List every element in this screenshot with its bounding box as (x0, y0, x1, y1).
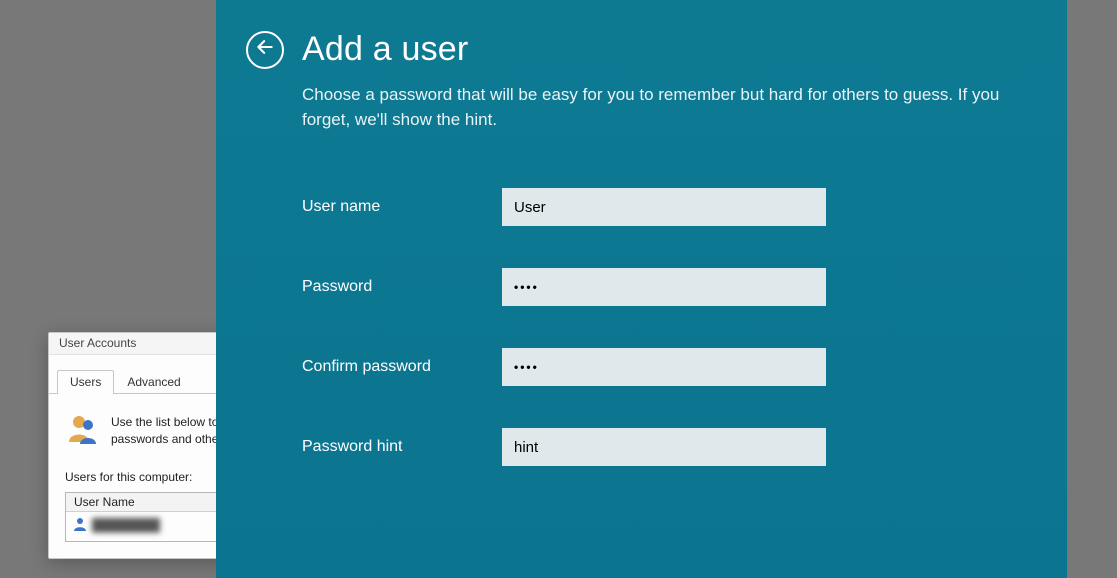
tab-users[interactable]: Users (57, 370, 114, 394)
tab-advanced[interactable]: Advanced (114, 370, 193, 394)
username-input[interactable] (502, 188, 826, 226)
users-icon (65, 412, 99, 446)
arrow-left-icon (255, 37, 275, 62)
user-icon (72, 516, 88, 535)
label-username: User name (302, 198, 502, 216)
label-confirm-password: Confirm password (302, 358, 502, 376)
instruction-text: Choose a password that will be easy for … (302, 83, 1017, 132)
obscured-username: ████████ (92, 518, 160, 532)
password-input[interactable] (502, 268, 826, 306)
password-hint-input[interactable] (502, 428, 826, 466)
page-title: Add a user (302, 30, 468, 69)
add-user-panel: Add a user Choose a password that will b… (216, 0, 1067, 578)
confirm-password-input[interactable] (502, 348, 826, 386)
back-button[interactable] (246, 31, 284, 69)
add-user-form: User name Password Confirm password Pass… (302, 188, 1017, 466)
label-password-hint: Password hint (302, 438, 502, 456)
label-password: Password (302, 278, 502, 296)
